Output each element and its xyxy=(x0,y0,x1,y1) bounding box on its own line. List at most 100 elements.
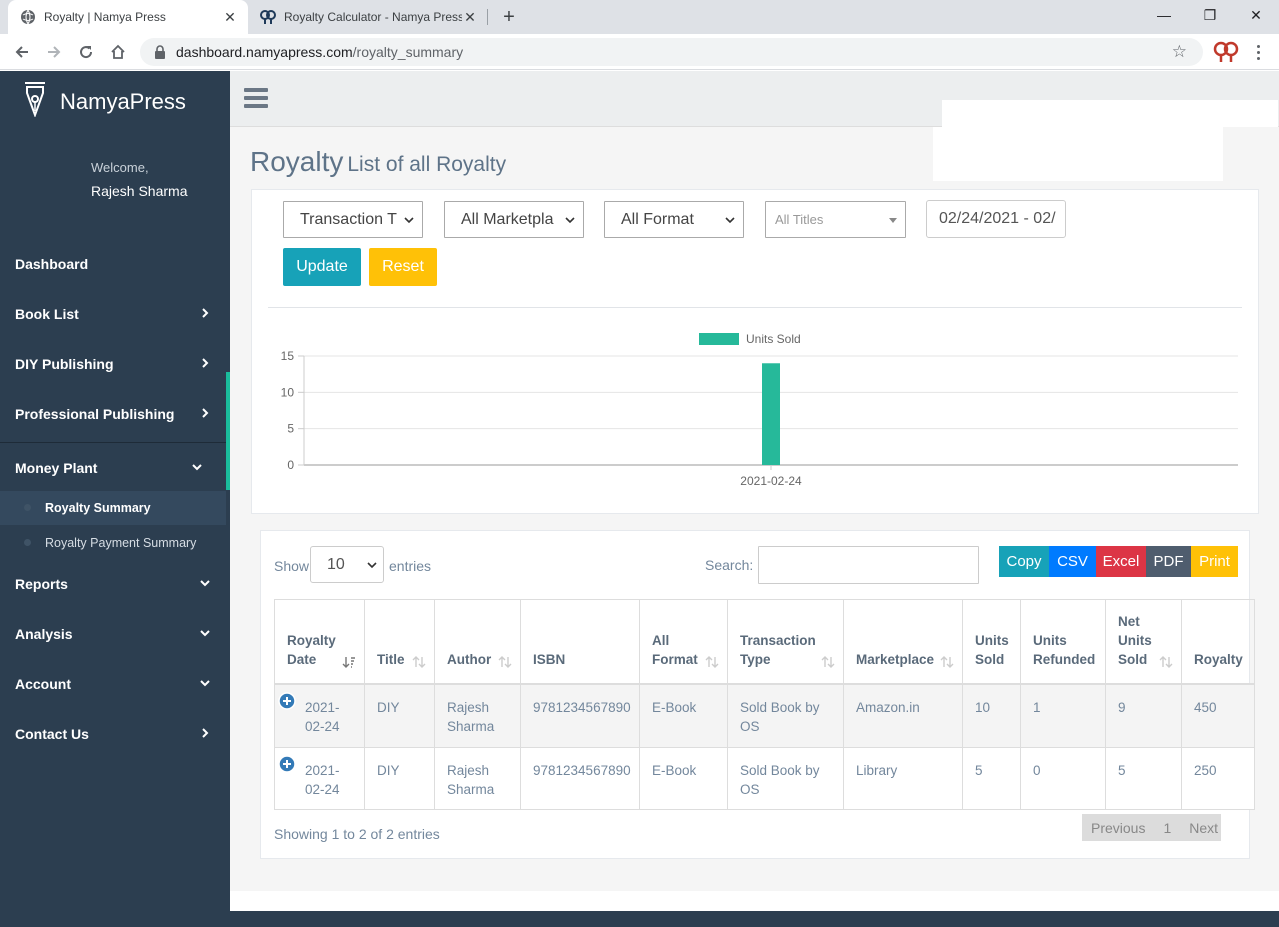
sidebar-item-account[interactable]: Account xyxy=(0,659,230,709)
table-row[interactable]: 2021-02-24 DIY Rajesh Sharma 97812345678… xyxy=(274,747,1255,810)
date-range-input[interactable]: 02/24/2021 - 02/ xyxy=(926,200,1066,238)
excel-button[interactable]: Excel xyxy=(1096,546,1146,577)
sidebar-item-label: Reports xyxy=(15,576,68,592)
browser-tab-calculator[interactable]: Royalty Calculator - Namya Press ✕ xyxy=(248,0,488,34)
date-range-value: 02/24/2021 - 02/ xyxy=(939,210,1056,227)
cell-units-sold: 5 xyxy=(962,747,1021,810)
sidebar-item-money-plant[interactable]: Money Plant xyxy=(0,442,226,492)
browser-menu-icon[interactable] xyxy=(1250,40,1266,64)
cell-date: 2021-02-24 xyxy=(274,747,365,810)
royalty-table: Royalty Date Title Author ISBN All Forma… xyxy=(274,599,1255,810)
forward-arrow-icon[interactable] xyxy=(42,40,66,64)
sidebar-subitem-royalty-payment-summary[interactable]: Royalty Payment Summary xyxy=(0,526,226,560)
browser-toolbar: dashboard.namyapress.com/royalty_summary… xyxy=(0,34,1279,70)
address-bar[interactable]: dashboard.namyapress.com/royalty_summary… xyxy=(140,38,1203,66)
sidebar-item-diy-publishing[interactable]: DIY Publishing xyxy=(0,339,230,389)
y-tick-label: 10 xyxy=(281,385,295,399)
globe-icon xyxy=(20,9,36,25)
col-format[interactable]: All Format xyxy=(639,599,728,685)
previous-page-button[interactable]: Previous xyxy=(1082,820,1154,836)
header-patch xyxy=(933,127,1223,181)
sort-desc-icon xyxy=(342,656,355,668)
pen-nib-logo-icon xyxy=(22,81,48,122)
units-sold-chart: Units Sold 0 5 10 15 2021-02-24 xyxy=(281,332,1238,488)
bookmark-star-icon[interactable]: ☆ xyxy=(1172,42,1187,62)
cell-isbn: 9781234567890 xyxy=(520,747,640,810)
entries-per-page-select[interactable]: 10 xyxy=(310,546,384,583)
reset-button[interactable]: Reset xyxy=(369,248,437,286)
update-button[interactable]: Update xyxy=(283,248,361,286)
cell-date: 2021-02-24 xyxy=(274,683,365,748)
col-units-sold[interactable]: Units Sold xyxy=(962,599,1021,685)
sidebar-item-professional-publishing[interactable]: Professional Publishing xyxy=(0,389,230,439)
lock-icon xyxy=(154,45,166,59)
col-isbn[interactable]: ISBN xyxy=(520,599,640,685)
col-units-refunded[interactable]: Units Refunded xyxy=(1020,599,1106,685)
maximize-button[interactable]: ❐ xyxy=(1187,0,1233,30)
print-button[interactable]: Print xyxy=(1191,546,1238,577)
chevron-down-icon xyxy=(404,217,414,224)
cell-author: Rajesh Sharma xyxy=(434,683,521,748)
brand[interactable]: NamyaPress xyxy=(22,81,186,122)
welcome-text: Welcome, xyxy=(91,160,149,175)
page-1-button[interactable]: 1 xyxy=(1154,820,1180,836)
col-net-units-sold[interactable]: Net Units Sold xyxy=(1105,599,1182,685)
sidebar-item-label: Professional Publishing xyxy=(15,406,175,422)
search-label: Search: xyxy=(705,557,754,573)
col-author[interactable]: Author xyxy=(434,599,521,685)
cell-marketplace: Amazon.in xyxy=(843,683,963,748)
sidebar-item-book-list[interactable]: Book List xyxy=(0,289,230,339)
cell-title: DIY xyxy=(364,683,435,748)
table-row[interactable]: 2021-02-24 DIY Rajesh Sharma 97812345678… xyxy=(274,683,1255,748)
cell-net-units-sold: 5 xyxy=(1105,747,1182,810)
window-close-button[interactable]: ✕ xyxy=(1233,0,1279,30)
header-patch xyxy=(942,100,1278,127)
cell-transaction-type: Sold Book by OS xyxy=(727,683,844,748)
cell-isbn: 9781234567890 xyxy=(520,683,640,748)
browser-tab-royalty[interactable]: Royalty | Namya Press ✕ xyxy=(8,0,248,34)
back-arrow-icon[interactable] xyxy=(10,40,34,64)
expand-row-icon[interactable] xyxy=(278,691,296,710)
user-name: Rajesh Sharma xyxy=(91,183,188,199)
format-select[interactable]: All Format xyxy=(604,201,744,238)
cell-units-sold: 10 xyxy=(962,683,1021,748)
sort-icon xyxy=(705,655,719,668)
expand-row-icon[interactable] xyxy=(278,755,296,773)
x-tick-label: 2021-02-24 xyxy=(740,474,802,488)
col-royalty-date[interactable]: Royalty Date xyxy=(274,599,365,685)
browser-tab-bar: Royalty | Namya Press ✕ Royalty Calculat… xyxy=(0,0,1279,34)
close-icon[interactable]: ✕ xyxy=(462,9,478,25)
new-tab-button[interactable]: + xyxy=(498,6,520,28)
search-input[interactable] xyxy=(758,546,979,584)
table-info: Showing 1 to 2 of 2 entries xyxy=(274,826,440,842)
minimize-button[interactable]: — xyxy=(1141,0,1187,30)
csv-button[interactable]: CSV xyxy=(1049,546,1096,577)
chevron-right-icon xyxy=(202,728,209,738)
col-title[interactable]: Title xyxy=(364,599,435,685)
sidebar-item-reports[interactable]: Reports xyxy=(0,559,230,609)
url-host: dashboard.namyapress.com xyxy=(176,44,353,60)
cell-format: E-Book xyxy=(639,747,728,810)
tab-title: Royalty | Namya Press xyxy=(44,10,166,24)
close-icon[interactable]: ✕ xyxy=(222,9,238,25)
legend-swatch xyxy=(699,333,739,345)
namya-extension-icon[interactable] xyxy=(1213,40,1239,64)
sidebar-item-contact-us[interactable]: Contact Us xyxy=(0,709,230,759)
y-tick-label: 0 xyxy=(287,458,294,472)
col-marketplace[interactable]: Marketplace xyxy=(843,599,963,685)
reload-icon[interactable] xyxy=(74,40,98,64)
col-transaction-type[interactable]: Transaction Type xyxy=(727,599,844,685)
menu-toggle-icon[interactable] xyxy=(244,88,268,108)
transaction-type-select[interactable]: Transaction T xyxy=(283,201,423,238)
titles-select[interactable]: All Titles xyxy=(765,201,906,238)
col-royalty[interactable]: Royalty xyxy=(1181,599,1255,685)
sidebar-item-dashboard[interactable]: Dashboard xyxy=(0,239,230,289)
sidebar-item-analysis[interactable]: Analysis xyxy=(0,609,230,659)
pdf-button[interactable]: PDF xyxy=(1146,546,1191,577)
copy-button[interactable]: Copy xyxy=(999,546,1049,577)
entries-label: entries xyxy=(389,558,432,574)
home-icon[interactable] xyxy=(106,40,130,64)
next-page-button[interactable]: Next xyxy=(1180,820,1227,836)
sidebar-subitem-royalty-summary[interactable]: Royalty Summary xyxy=(0,491,226,525)
marketplace-select[interactable]: All Marketpla xyxy=(444,201,584,238)
